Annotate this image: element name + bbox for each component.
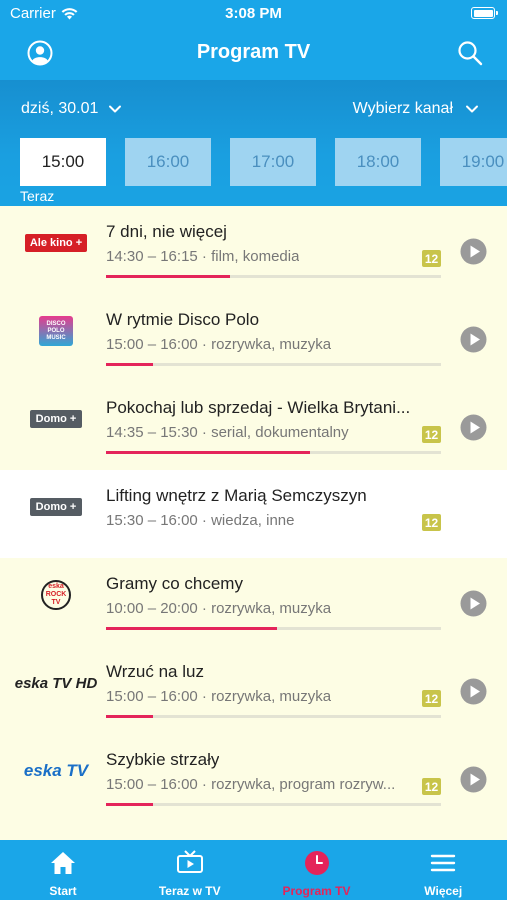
time-slot[interactable]: 19:00 (440, 138, 507, 186)
tab-teraz-w-tv[interactable]: Teraz w TV (127, 840, 253, 900)
program-meta: 15:30 – 16:00 · wiedza, inne (106, 512, 295, 529)
play-icon[interactable] (460, 766, 487, 793)
program-row[interactable]: eska TV HD Wrzuć na luz 15:00 – 16:00 · ro… (0, 646, 507, 734)
time-slot[interactable]: 15:00 (20, 138, 106, 186)
program-meta: 14:30 – 16:15 · film, komedia (106, 248, 300, 265)
play-icon[interactable] (460, 414, 487, 441)
age-rating-badge: 12 (422, 426, 441, 443)
progress-fill (106, 451, 311, 454)
program-meta: 15:00 – 16:00 · rozrywka, program rozryw… (106, 776, 396, 793)
progress-track (106, 627, 441, 630)
home-icon (51, 852, 75, 874)
menu-icon (431, 854, 456, 872)
time-slot[interactable]: 18:00 (335, 138, 421, 186)
program-title: Pokochaj lub sprzedaj - Wielka Brytani..… (106, 398, 411, 417)
program-title: 7 dni, nie więcej (106, 222, 227, 241)
chevron-down-icon (109, 105, 122, 113)
ale-kino-logo: Ale kino + (24, 234, 88, 252)
channel-logo: DISCO POLO MUSIC (22, 314, 90, 348)
eska-rock-logo: eska ROCK TV (41, 580, 71, 610)
search-icon[interactable] (457, 40, 483, 66)
progress-track (106, 803, 441, 806)
channel-logo: eska TV (22, 754, 90, 788)
program-meta: 15:00 – 16:00 · rozrywka, muzyka (106, 688, 332, 705)
date-label: dziś, 30.01 (21, 100, 99, 117)
tab-label: Teraz w TV (158, 884, 221, 898)
eska-tv-hd-logo: eska TV HD (14, 674, 98, 692)
channel-logo: Domo + (22, 490, 90, 524)
age-rating-badge: 12 (422, 690, 441, 707)
program-meta: 10:00 – 20:00 · rozrywka, muzyka (106, 600, 332, 617)
domo-logo: Domo + (29, 410, 83, 428)
play-icon[interactable] (460, 238, 487, 265)
nav-bar: Program TV (0, 28, 507, 80)
program-row[interactable]: eska ROCK TV Gramy co chcemy 10:00 – 20:00 ·… (0, 558, 507, 646)
channel-logo: Domo + (22, 402, 90, 436)
chevron-down-icon (466, 105, 478, 113)
progress-track (106, 363, 441, 366)
age-rating-badge: 12 (422, 778, 441, 795)
time-slot[interactable]: 16:00 (125, 138, 211, 186)
program-title: Lifting wnętrz z Marią Semczyszyn (106, 486, 367, 505)
time-slot-strip[interactable]: 15:00 16:00 17:00 18:00 19:00 (20, 138, 507, 186)
program-title: Szybkie strzały (106, 750, 220, 769)
program-meta: 15:00 – 16:00 · rozrywka, muzyka (106, 336, 332, 353)
program-title: Wrzuć na luz (106, 662, 204, 681)
filter-panel: dziś, 30.01 Wybierz kanał 15:00 16:00 17:0… (0, 80, 507, 206)
tab-label: Więcej (424, 884, 463, 898)
program-row[interactable]: Chiny - bogactwo smaków (0, 822, 507, 840)
now-label: Teraz (20, 188, 55, 204)
program-row[interactable]: eska TV Szybkie strzały 15:00 – 16:00 · ro… (0, 734, 507, 822)
progress-track (106, 451, 441, 454)
progress-fill (106, 363, 153, 366)
program-title: W rytmie Disco Polo (106, 310, 260, 329)
progress-fill (106, 275, 230, 278)
progress-fill (106, 715, 153, 718)
play-icon[interactable] (460, 326, 487, 353)
channel-logo: Ale kino + (22, 226, 90, 260)
tab-label: Program TV (282, 884, 351, 898)
age-rating-badge: 12 (422, 250, 441, 267)
program-row[interactable]: DISCO POLO MUSIC W rytmie Disco Polo 15:00 –… (0, 294, 507, 382)
tab-bar: Start Teraz w TV Program TV Więcej (0, 840, 507, 900)
tab-start[interactable]: Start (0, 840, 126, 900)
time-slot[interactable]: 17:00 (230, 138, 316, 186)
status-bar: Carrier 3:08 PM (0, 0, 507, 28)
age-rating-badge: 12 (422, 514, 441, 531)
program-meta: 14:35 – 15:30 · serial, dokumentalny (106, 424, 349, 441)
program-title: Gramy co chcemy (106, 574, 243, 593)
domo-logo: Domo + (29, 498, 83, 516)
channel-selector[interactable]: Wybierz kanał (353, 100, 479, 118)
tab-label: Start (49, 884, 77, 898)
status-time: 3:08 PM (225, 5, 282, 22)
play-icon[interactable] (460, 590, 487, 617)
channel-logo: eska ROCK TV (22, 578, 90, 612)
tv-icon (176, 850, 203, 873)
channel-label: Wybierz kanał (352, 100, 453, 117)
program-list[interactable]: Ale kino + 7 dni, nie więcej 14:30 – 16:15… (0, 206, 507, 840)
progress-track (106, 715, 441, 718)
page-title: Program TV (196, 41, 311, 63)
progress-fill (106, 803, 153, 806)
progress-fill (106, 627, 277, 630)
battery-icon (471, 7, 498, 19)
clock-icon (304, 851, 329, 875)
play-icon[interactable] (460, 678, 487, 705)
program-row[interactable]: Domo + Pokochaj lub sprzedaj - Wielka Bry… (0, 382, 507, 470)
eska-tv-logo: eska TV (23, 761, 89, 780)
program-row[interactable]: Domo + Lifting wnętrz z Marią Semczyszyn 1… (0, 470, 507, 558)
disco-polo-logo: DISCO POLO MUSIC (39, 316, 73, 346)
date-selector[interactable]: dziś, 30.01 (21, 100, 122, 118)
channel-logo: eska TV HD (15, 666, 98, 700)
program-row[interactable]: Ale kino + 7 dni, nie więcej 14:30 – 16:15… (0, 206, 507, 294)
tab-więcej[interactable]: Więcej (380, 840, 506, 900)
tab-program-tv[interactable]: Program TV (254, 840, 380, 900)
progress-track (106, 275, 441, 278)
